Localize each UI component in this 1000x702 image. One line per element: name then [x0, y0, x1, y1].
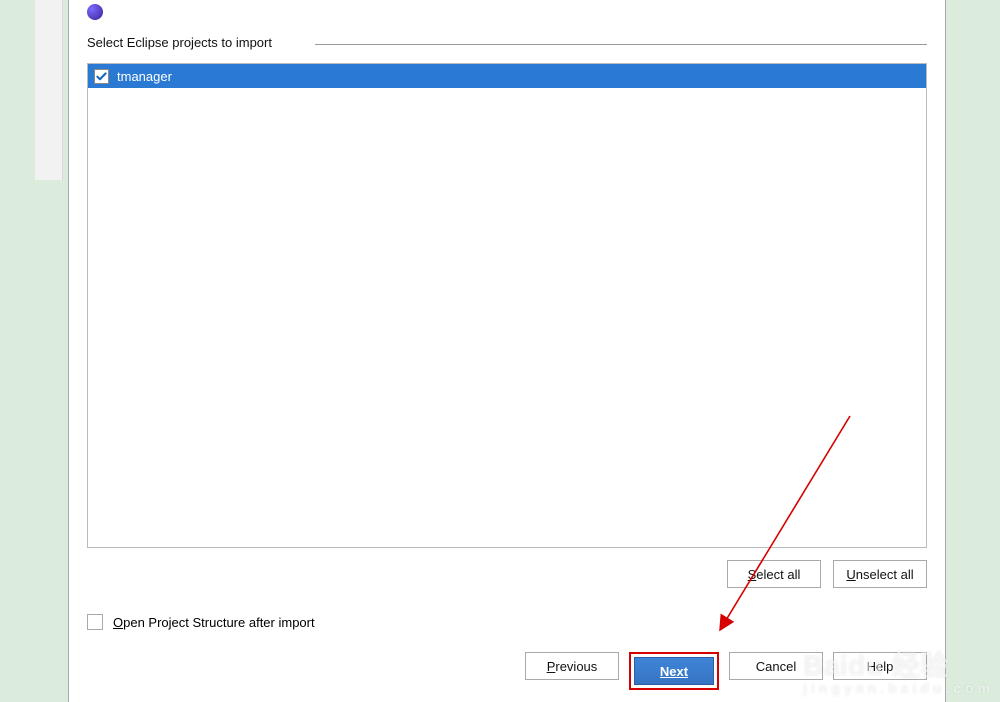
eclipse-icon: [87, 4, 103, 20]
help-button[interactable]: Help: [833, 652, 927, 680]
next-button[interactable]: Next: [634, 657, 714, 685]
select-all-button[interactable]: Select all: [727, 560, 821, 588]
open-project-structure-checkbox[interactable]: [87, 614, 103, 630]
project-name: tmanager: [117, 69, 172, 84]
project-checkbox[interactable]: [94, 69, 109, 84]
ide-gutter-stub: [35, 0, 63, 180]
dialog-header-fragment: [69, 0, 945, 35]
cancel-button[interactable]: Cancel: [729, 652, 823, 680]
wizard-nav-buttons: Previous Next Cancel Help: [69, 652, 945, 702]
previous-button[interactable]: Previous: [525, 652, 619, 680]
selection-buttons-row: Select all Unselect all: [69, 548, 945, 588]
projects-group-legend: Select Eclipse projects to import: [87, 35, 927, 53]
import-wizard-dialog: Select Eclipse projects to import tmanag…: [68, 0, 946, 702]
projects-group: Select Eclipse projects to import tmanag…: [87, 35, 927, 548]
open-project-structure-option[interactable]: Open Project Structure after import: [69, 588, 945, 630]
annotation-highlight-box: Next: [629, 652, 719, 690]
project-list[interactable]: tmanager: [87, 63, 927, 548]
checkmark-icon: [96, 71, 107, 82]
project-list-item[interactable]: tmanager: [88, 64, 926, 88]
unselect-all-button[interactable]: Unselect all: [833, 560, 927, 588]
